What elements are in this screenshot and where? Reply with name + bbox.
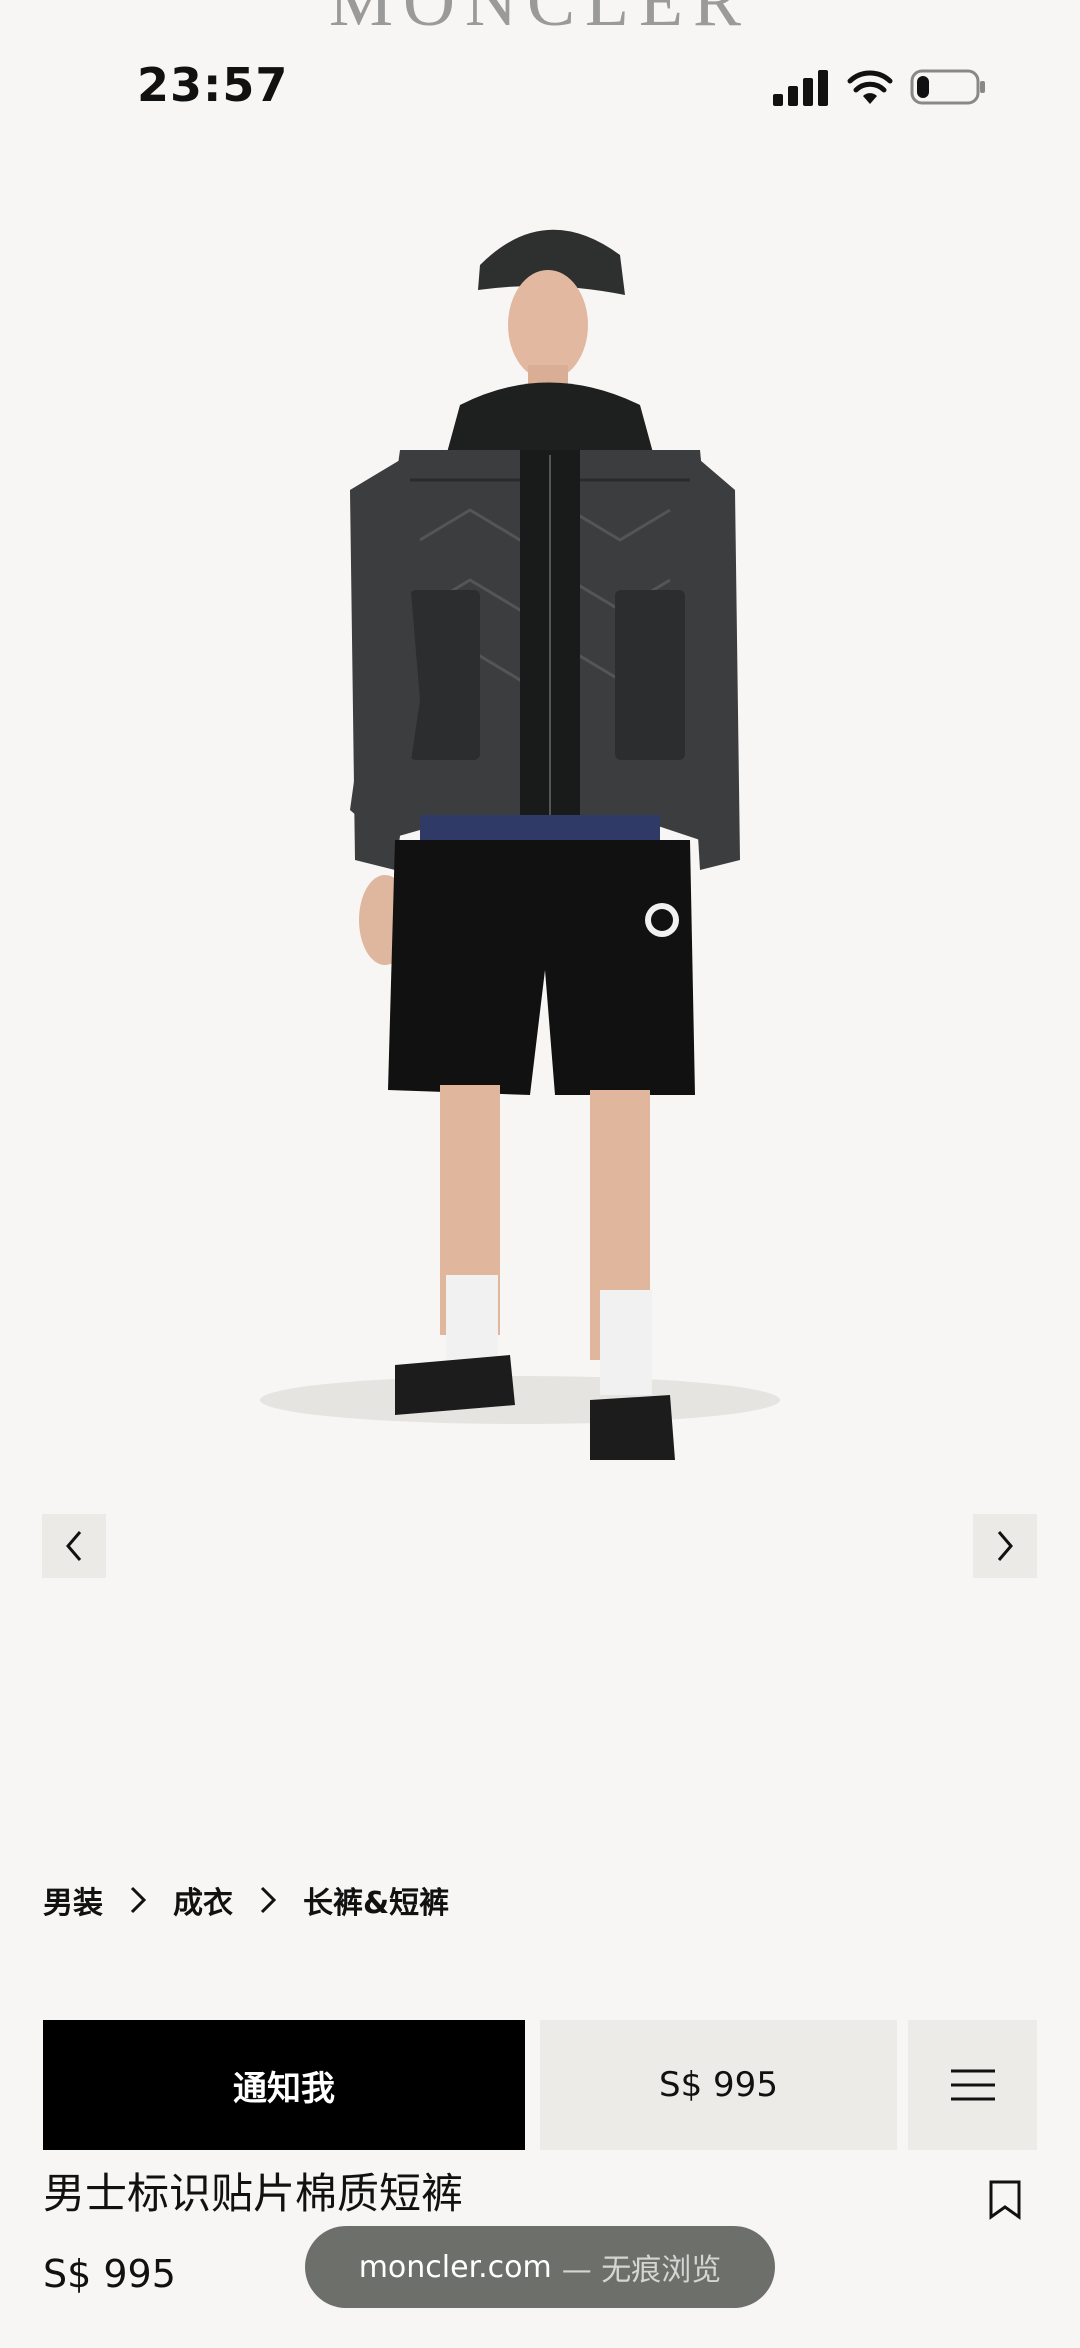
breadcrumb: 男装 成衣 长裤&短裤 — [43, 1878, 449, 1922]
browser-domain: moncler.com — [358, 2249, 552, 2285]
battery-icon — [910, 69, 985, 105]
status-bar: 23:57 — [0, 0, 1080, 150]
prev-image-button[interactable] — [42, 1514, 106, 1578]
cellular-signal-icon — [773, 70, 828, 106]
breadcrumb-item-men[interactable]: 男装 — [43, 1878, 103, 1922]
status-time: 23:57 — [137, 58, 289, 112]
menu-button[interactable] — [908, 2020, 1037, 2150]
hamburger-menu-icon — [950, 2069, 995, 2101]
bookmark-icon[interactable] — [988, 2180, 1022, 2220]
browser-address-pill[interactable]: moncler.com — 无痕浏览 — [305, 2226, 775, 2308]
chevron-right-icon — [997, 1531, 1013, 1561]
breadcrumb-item-clothing[interactable]: 成衣 — [173, 1878, 233, 1922]
chevron-left-icon — [66, 1531, 82, 1561]
breadcrumb-item-trousers-shorts[interactable]: 长裤&短裤 — [303, 1878, 449, 1922]
notify-me-button[interactable]: 通知我 — [43, 2020, 525, 2150]
wifi-icon — [847, 70, 893, 104]
product-title: 男士标识贴片棉质短裤 — [43, 2169, 464, 2218]
chevron-right-icon — [260, 1886, 277, 1914]
product-price: S$ 995 — [43, 2252, 176, 2296]
price-display-button[interactable]: S$ 995 — [540, 2020, 897, 2150]
private-browsing-label: — 无痕浏览 — [561, 2253, 722, 2288]
chevron-right-icon — [130, 1886, 147, 1914]
purchase-actions: 通知我 S$ 995 — [43, 2020, 1037, 2150]
product-image[interactable] — [0, 160, 1080, 1580]
next-image-button[interactable] — [973, 1514, 1037, 1578]
